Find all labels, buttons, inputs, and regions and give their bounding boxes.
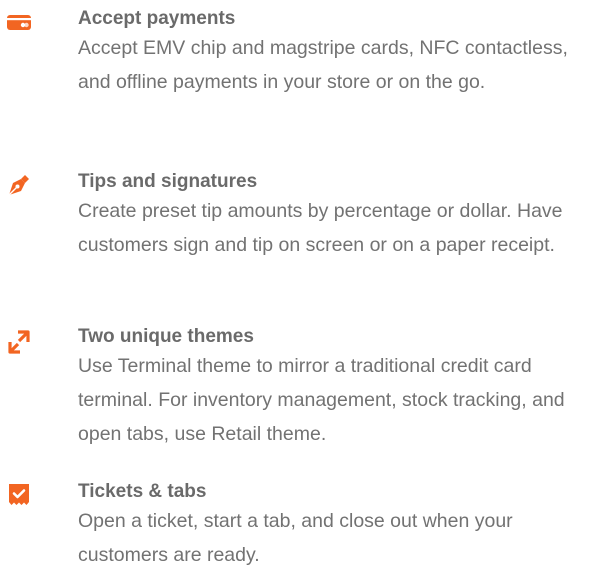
feature-title: Two unique themes: [78, 326, 254, 347]
swap-arrows-icon: [6, 329, 32, 355]
feature-description: Accept EMV chip and magstripe cards, NFC…: [78, 37, 568, 93]
ticket-check-icon: [6, 482, 32, 508]
feature-description: Use Terminal theme to mirror a tradition…: [78, 355, 565, 445]
feature-title: Tickets & tabs: [78, 481, 207, 502]
feature-title: Accept payments: [78, 8, 236, 29]
pen-nib-icon: [6, 172, 32, 198]
card-reader-icon: [6, 9, 32, 35]
feature-description: Create preset tip amounts by percentage …: [78, 200, 563, 256]
feature-description: Open a ticket, start a tab, and close ou…: [78, 510, 513, 566]
feature-title: Tips and signatures: [78, 171, 258, 192]
